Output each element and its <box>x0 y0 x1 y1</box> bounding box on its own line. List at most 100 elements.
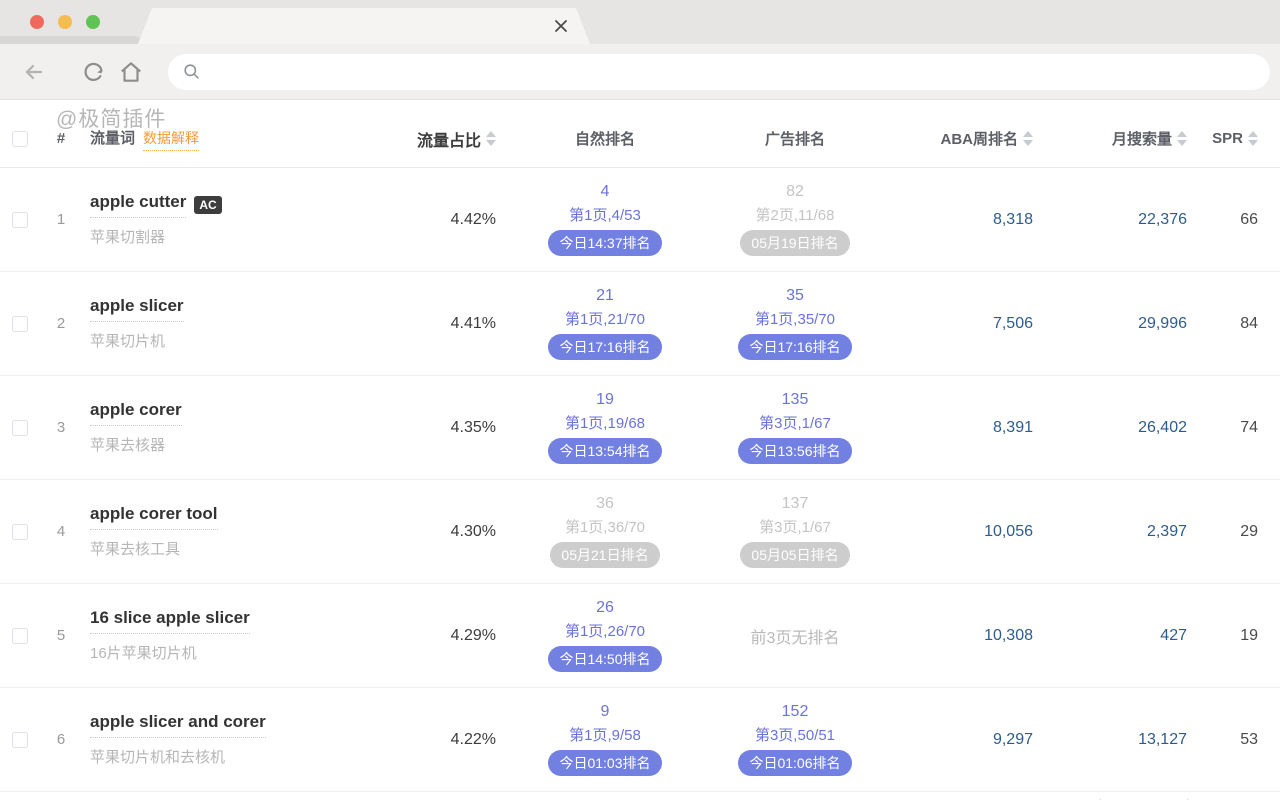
sort-monthly-searches[interactable]: 月搜索量 <box>1112 128 1187 149</box>
header-keyword: 流量词 <box>90 127 135 148</box>
traffic-share-value: 4.30% <box>398 523 510 541</box>
keyword-translation: 苹果切割器 <box>90 226 398 247</box>
row-checkbox[interactable] <box>12 316 28 332</box>
ad-rank-position: 第1页,35/70 <box>755 308 835 329</box>
keyword-translation: 苹果去核器 <box>90 434 398 455</box>
traffic-share-value: 4.42% <box>398 211 510 229</box>
ad-rank-number: 137 <box>782 495 809 513</box>
table-row: 3 apple corer 苹果去核器 4.35% 19 第1页,19/68 今… <box>0 376 1280 480</box>
ad-rank-time-badge: 今日01:06排名 <box>738 750 851 776</box>
row-checkbox[interactable] <box>12 732 28 748</box>
search-icon <box>182 62 201 81</box>
row-checkbox[interactable] <box>12 628 28 644</box>
ad-rank-time-badge: 今日13:56排名 <box>738 438 851 464</box>
traffic-share-value: 4.29% <box>398 627 510 645</box>
sort-carets-icon <box>1023 131 1033 146</box>
maximize-window-button[interactable] <box>86 15 100 29</box>
ad-rank-number: 152 <box>782 703 809 721</box>
keyword-text[interactable]: apple corer tool <box>90 504 218 530</box>
home-icon[interactable] <box>118 59 144 85</box>
keyword-translation: 苹果切片机 <box>90 330 398 351</box>
keyword-translation: 苹果去核工具 <box>90 538 398 559</box>
organic-rank-time-badge: 今日17:16排名 <box>548 334 661 360</box>
organic-rank-position: 第1页,26/70 <box>565 620 645 641</box>
browser-titlebar <box>0 0 1280 44</box>
ad-rank-number: 82 <box>786 183 804 201</box>
ad-rank-number: 135 <box>782 391 809 409</box>
background-tab-edge <box>0 36 150 44</box>
organic-rank-time-badge: 今日14:50排名 <box>548 646 661 672</box>
header-ad-rank: 广告排名 <box>700 128 890 149</box>
minimize-window-button[interactable] <box>58 15 72 29</box>
ad-rank-time-badge: 05月05日排名 <box>740 542 849 568</box>
ad-rank-position: 第3页,50/51 <box>755 724 835 745</box>
monthly-searches-value: 29,996 <box>1045 315 1195 333</box>
aba-week-rank-value: 8,391 <box>890 419 1045 437</box>
aba-week-rank-value: 7,506 <box>890 315 1045 333</box>
organic-rank-number: 36 <box>596 495 614 513</box>
organic-rank-time-badge: 05月21日排名 <box>550 542 659 568</box>
organic-rank-number: 26 <box>596 599 614 617</box>
ad-rank-none-text: 前3页无排名 <box>700 624 890 648</box>
ad-rank-time-badge: 今日17:16排名 <box>738 334 851 360</box>
keyword-translation: 16片苹果切片机 <box>90 642 398 663</box>
keyword-text[interactable]: apple slicer <box>90 296 184 322</box>
traffic-share-value: 4.22% <box>398 731 510 749</box>
data-help-link[interactable]: 数据解释 <box>143 128 199 151</box>
browser-tab[interactable] <box>138 8 590 44</box>
organic-rank-cell: 26 第1页,26/70 今日14:50排名 <box>510 599 700 672</box>
select-all-checkbox[interactable] <box>12 131 28 147</box>
organic-rank-cell: 36 第1页,36/70 05月21日排名 <box>510 495 700 568</box>
tab-close-icon[interactable] <box>554 19 568 33</box>
sort-traffic-share[interactable]: 流量占比 <box>417 127 496 151</box>
table-body: 1 apple cutter AC 苹果切割器 4.42% 4 第1页,4/53… <box>0 168 1280 792</box>
keyword-text[interactable]: apple slicer and corer <box>90 712 266 738</box>
spr-value: 19 <box>1195 627 1280 645</box>
table-row: 1 apple cutter AC 苹果切割器 4.42% 4 第1页,4/53… <box>0 168 1280 272</box>
spr-value: 84 <box>1195 315 1280 333</box>
aba-week-rank-value: 10,308 <box>890 627 1045 645</box>
sort-aba-week-rank[interactable]: ABA周排名 <box>941 128 1034 149</box>
ad-rank-number: 35 <box>786 287 804 305</box>
traffic-share-value: 4.35% <box>398 419 510 437</box>
close-window-button[interactable] <box>30 15 44 29</box>
back-icon[interactable] <box>22 60 46 84</box>
ad-rank-cell: 35 第1页,35/70 今日17:16排名 <box>700 287 890 360</box>
refresh-icon[interactable] <box>82 60 106 84</box>
organic-rank-cell: 21 第1页,21/70 今日17:16排名 <box>510 287 700 360</box>
organic-rank-cell: 19 第1页,19/68 今日13:54排名 <box>510 391 700 464</box>
sort-carets-icon <box>486 131 496 146</box>
monthly-searches-value: 427 <box>1045 627 1195 645</box>
monthly-searches-value: 2,397 <box>1045 523 1195 541</box>
row-checkbox[interactable] <box>12 212 28 228</box>
row-checkbox[interactable] <box>12 420 28 436</box>
row-checkbox[interactable] <box>12 524 28 540</box>
table-row: 5 16 slice apple slicer 16片苹果切片机 4.29% 2… <box>0 584 1280 688</box>
ad-rank-position: 第3页,1/67 <box>759 516 831 537</box>
organic-rank-number: 21 <box>596 287 614 305</box>
row-index: 5 <box>44 627 78 644</box>
organic-rank-position: 第1页,4/53 <box>569 204 641 225</box>
page-content: # 流量词 数据解释 流量占比 自然排名 广告排名 ABA周排名 月搜索量 <box>0 100 1280 800</box>
ad-rank-cell: 137 第3页,1/67 05月05日排名 <box>700 495 890 568</box>
header-organic-rank: 自然排名 <box>510 128 700 149</box>
keyword-ac-badge: AC <box>194 196 221 214</box>
spr-value: 29 <box>1195 523 1280 541</box>
spr-value: 74 <box>1195 419 1280 437</box>
keyword-text[interactable]: apple corer <box>90 400 182 426</box>
address-bar[interactable] <box>168 54 1270 90</box>
keyword-text[interactable]: 16 slice apple slicer <box>90 608 250 634</box>
traffic-share-value: 4.41% <box>398 315 510 333</box>
monthly-searches-value: 22,376 <box>1045 211 1195 229</box>
aba-week-rank-value: 9,297 <box>890 731 1045 749</box>
window-controls <box>30 15 100 29</box>
aba-week-rank-value: 10,056 <box>890 523 1045 541</box>
row-index: 2 <box>44 315 78 332</box>
table-row: 4 apple corer tool 苹果去核工具 4.30% 36 第1页,3… <box>0 480 1280 584</box>
sort-spr[interactable]: SPR <box>1212 130 1258 147</box>
row-index: 3 <box>44 419 78 436</box>
row-index: 4 <box>44 523 78 540</box>
keyword-text[interactable]: apple cutter <box>90 192 186 218</box>
organic-rank-time-badge: 今日13:54排名 <box>548 438 661 464</box>
organic-rank-position: 第1页,21/70 <box>565 308 645 329</box>
